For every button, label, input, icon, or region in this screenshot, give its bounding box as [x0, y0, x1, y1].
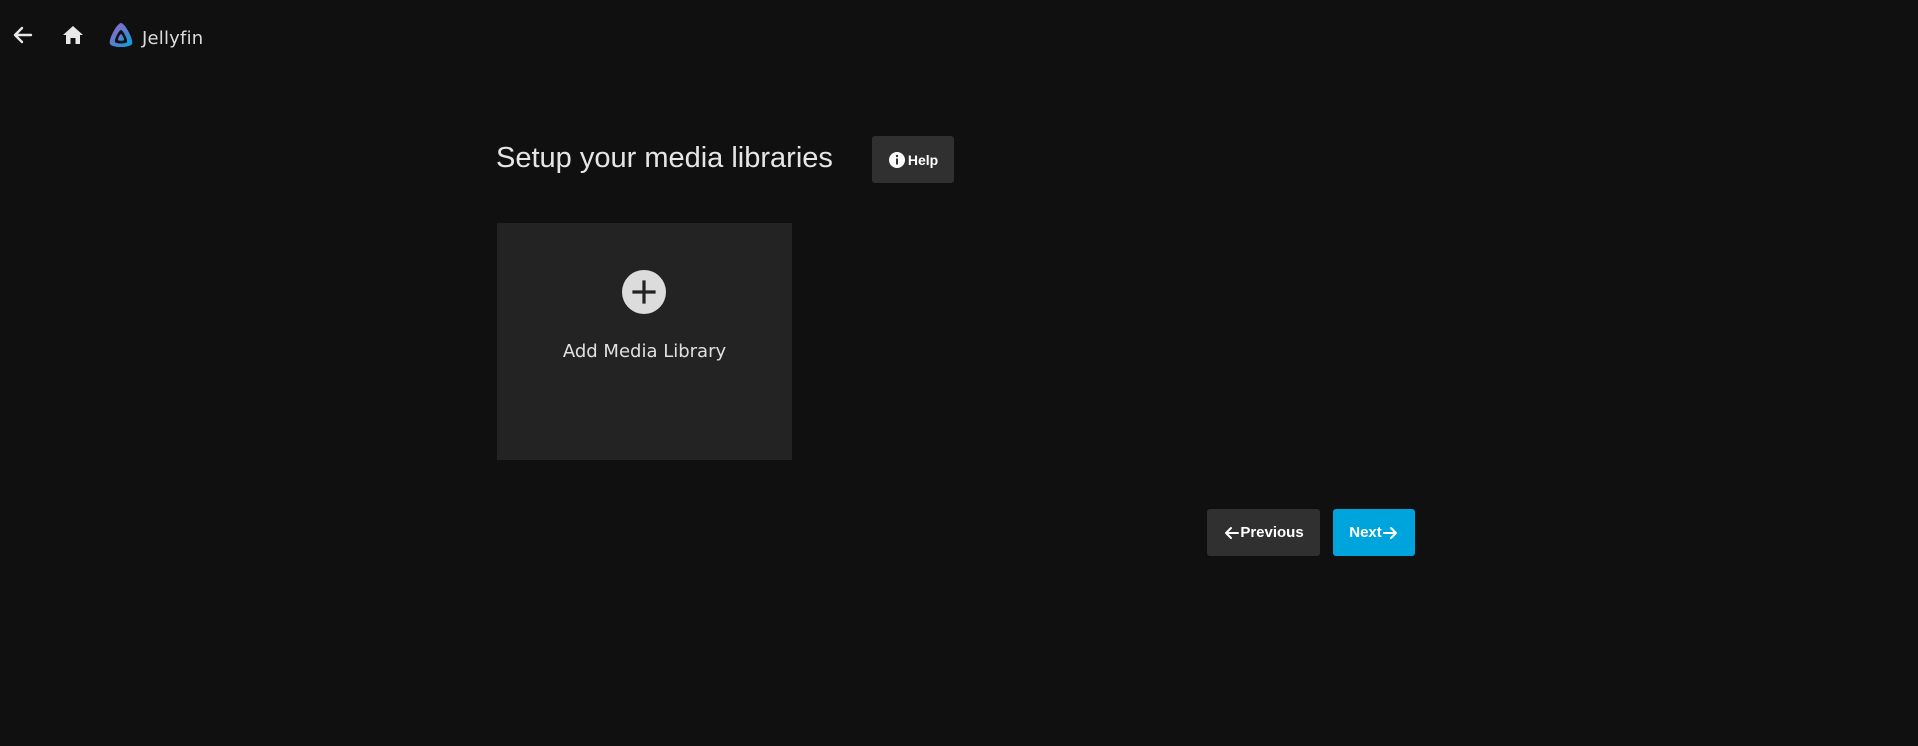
- plus-icon: [622, 270, 666, 314]
- next-label: Next: [1349, 524, 1382, 541]
- help-button[interactable]: Help: [872, 136, 954, 183]
- back-button[interactable]: [5, 19, 41, 55]
- add-media-library-card[interactable]: Add Media Library: [497, 223, 792, 460]
- next-button[interactable]: Next: [1333, 509, 1415, 556]
- jellyfin-logo-icon: [106, 21, 136, 56]
- arrow-left-icon: [13, 26, 33, 49]
- help-label: Help: [907, 151, 939, 168]
- page-title: Setup your media libraries: [496, 142, 833, 174]
- previous-button[interactable]: Previous: [1207, 509, 1320, 556]
- info-icon: [888, 151, 906, 169]
- previous-label: Previous: [1240, 524, 1304, 541]
- arrow-right-icon: [1382, 525, 1399, 541]
- brand-name: Jellyfin: [142, 27, 204, 49]
- home-icon: [62, 25, 84, 50]
- app-header: Jellyfin: [0, 0, 1918, 76]
- brand-logo-link[interactable]: Jellyfin: [106, 22, 203, 54]
- arrow-left-icon: [1223, 525, 1240, 541]
- add-media-library-label: Add Media Library: [562, 341, 727, 362]
- home-button[interactable]: [55, 19, 91, 55]
